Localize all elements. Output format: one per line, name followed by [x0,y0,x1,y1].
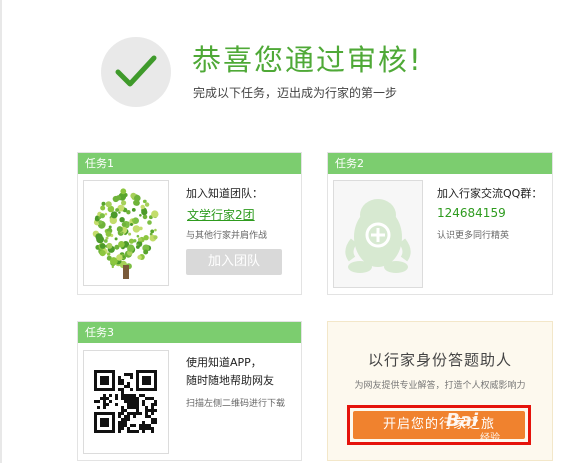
join-team-button[interactable]: 加入团队 [186,249,282,275]
task-card-heading: 任务2 [328,153,552,174]
qr-code-icon [94,370,157,433]
qr-download-desc: 扫描左侧二维码进行下载 [186,399,286,409]
qq-penguin-icon [345,199,411,273]
promo-title: 以行家身份答题助人 [367,351,512,369]
success-check-badge [101,37,171,107]
task-card-1: 任务1 加入知道团队： 文学行家2团 与其他行家并肩作战 加入团队 [77,152,302,295]
watermark-text: Bai [446,410,479,431]
join-team-desc: 与其他行家并肩作战 [186,231,268,241]
join-team-label: 加入知道团队： [186,187,263,200]
team-name-link[interactable]: 文学行家2团 [187,206,255,223]
task-card-heading: 任务3 [78,322,301,343]
task-card-2: 任务2 加入行家交流QQ群： 124684159 认识更多同行精英 [327,152,553,295]
qr-code-image [83,350,169,454]
window-left-border [0,0,2,463]
checkmark-icon [115,55,157,87]
watermark-sub: 经验 [480,433,500,444]
tree-icon [92,188,159,279]
task-card-3: 任务3 使用知道APP， 随时随地帮助网友 扫描左侧二维码进行下载 [77,321,302,461]
app-line-1: 使用知道APP， [186,356,262,369]
team-tree-image [83,180,169,286]
promo-desc: 为网友提供专业解答，打造个人权威影响力 [354,381,526,391]
baidu-watermark: Bai 经验 [446,410,556,444]
qq-group-label: 加入行家交流QQ群： [437,187,543,200]
qq-group-desc: 认识更多同行精英 [437,231,510,241]
page-title: 恭喜您通过审核! [192,43,423,77]
qq-group-number: 124684159 [437,206,506,220]
app-line-2: 随时随地帮助网友 [186,374,274,387]
page-subtitle: 完成以下任务，迈出成为行家的第一步 [193,86,398,100]
qq-avatar-image [333,180,423,288]
task-card-heading: 任务1 [78,153,301,174]
